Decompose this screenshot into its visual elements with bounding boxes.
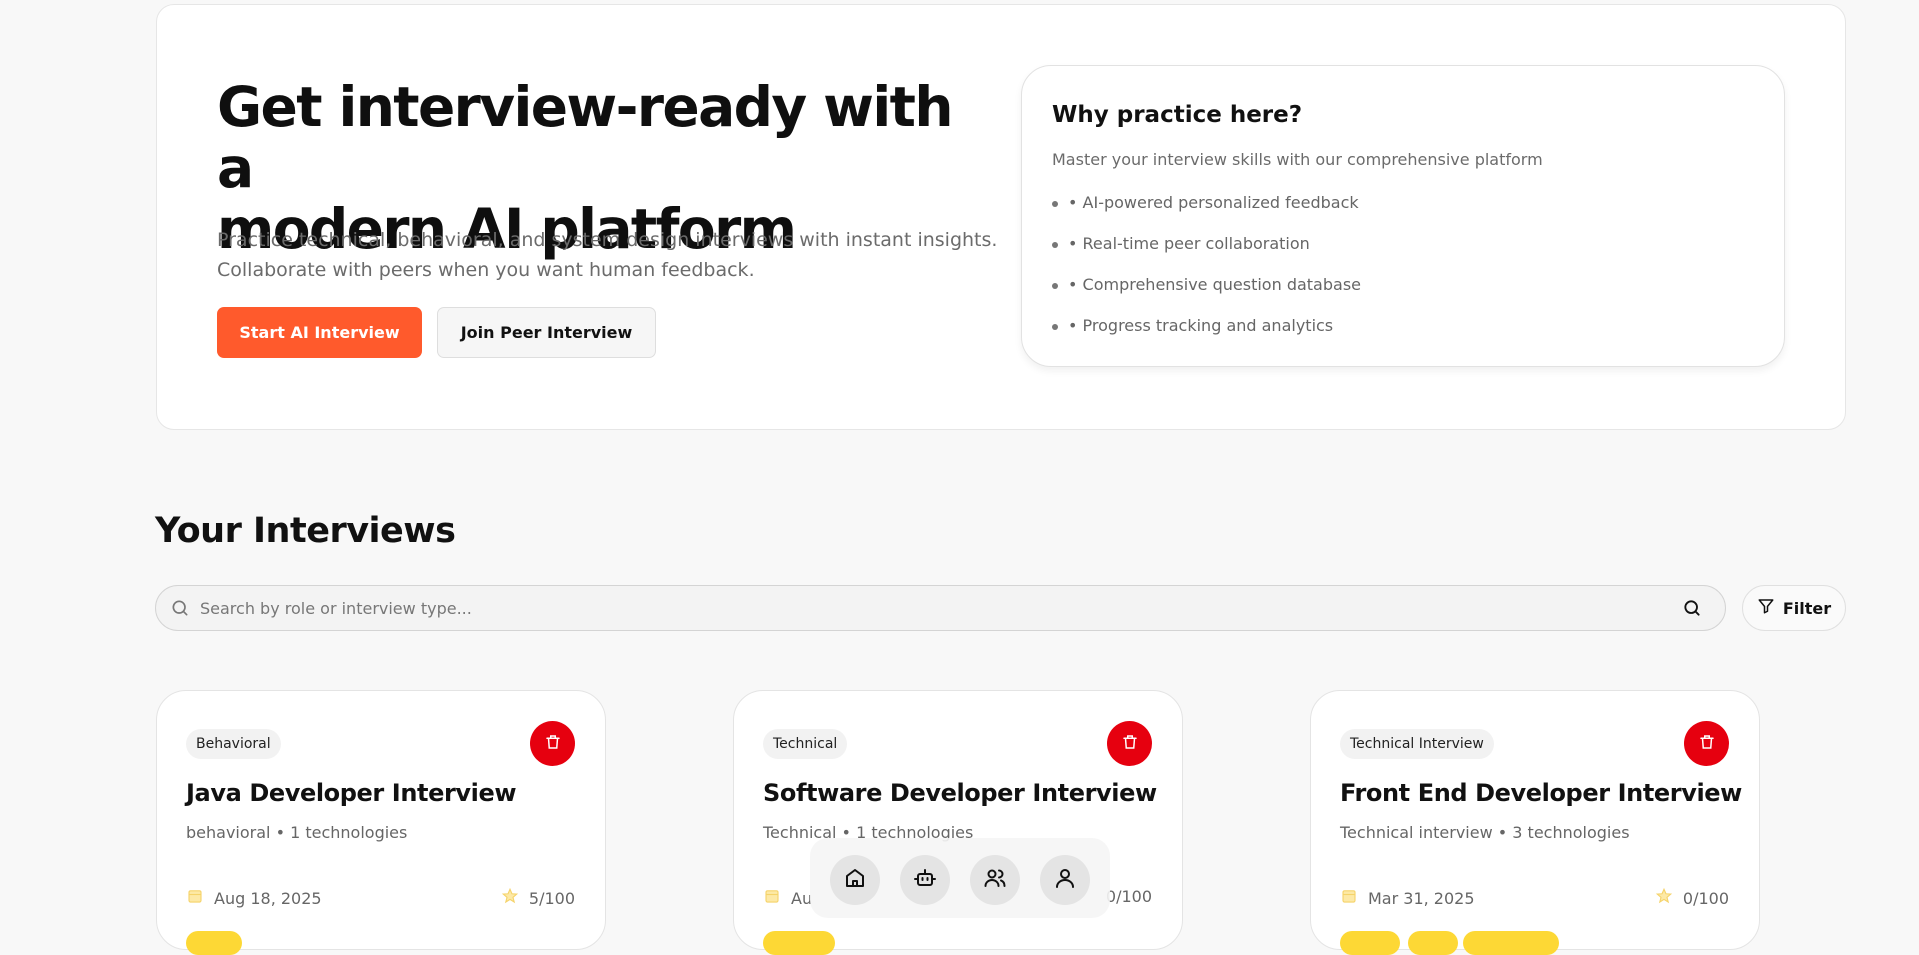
your-interviews-title: Your Interviews	[155, 511, 456, 551]
bullet-dot	[1052, 324, 1058, 330]
interview-title: Front End Developer Interview	[1340, 779, 1742, 807]
interview-score: 0/100	[1106, 887, 1152, 906]
tech-chip	[763, 931, 835, 955]
interview-score: 0/100	[1655, 887, 1729, 909]
interview-date: Au	[763, 887, 812, 909]
hero-subtitle-line: Practice technical, behavioral, and syst…	[217, 229, 998, 251]
list-item-text: • AI-powered personalized feedback	[1068, 193, 1359, 212]
calendar-icon	[1340, 887, 1358, 909]
calendar-icon	[763, 887, 781, 909]
trash-icon	[544, 733, 562, 754]
list-item: • Comprehensive question database	[1052, 275, 1361, 316]
hero-subtitle-line: Collaborate with peers when you want hum…	[217, 259, 755, 281]
interview-type-badge: Technical	[763, 729, 848, 759]
interview-card[interactable]: Technical Interview Front End Developer …	[1310, 690, 1760, 955]
list-item: • Progress tracking and analytics	[1052, 316, 1361, 357]
bot-icon	[913, 866, 937, 894]
search-bar	[155, 585, 1726, 631]
delete-interview-button[interactable]	[1107, 721, 1152, 766]
interview-title: Java Developer Interview	[186, 779, 517, 807]
home-icon	[843, 866, 867, 894]
dock-ai-button[interactable]	[900, 855, 950, 905]
interview-meta: Technical interview • 3 technologies	[1340, 823, 1630, 842]
filter-icon	[1757, 597, 1775, 619]
why-practice-card: Why practice here? Master your interview…	[1021, 65, 1785, 367]
interview-title: Software Developer Interview	[763, 779, 1157, 807]
delete-interview-button[interactable]	[1684, 721, 1729, 766]
list-item: • Real-time peer collaboration	[1052, 234, 1361, 275]
tech-chip	[1463, 931, 1559, 955]
bullet-dot	[1052, 283, 1058, 289]
interview-type-badge: Technical Interview	[1340, 729, 1494, 759]
interview-type-badge: Behavioral	[186, 729, 281, 759]
why-practice-subtitle: Master your interview skills with our co…	[1052, 150, 1543, 169]
search-input[interactable]	[200, 586, 1640, 630]
hero-subtitle: Practice technical, behavioral, and syst…	[217, 225, 1017, 285]
interview-score: 5/100	[501, 887, 575, 909]
trash-icon	[1698, 733, 1716, 754]
tech-chip	[186, 931, 242, 955]
filter-button[interactable]: Filter	[1742, 585, 1846, 631]
bullet-dot	[1052, 201, 1058, 207]
interview-date-text: Mar 31, 2025	[1368, 888, 1475, 908]
interview-date: Aug 18, 2025	[186, 887, 322, 909]
why-practice-list: • AI-powered personalized feedback • Rea…	[1052, 193, 1361, 357]
why-practice-title: Why practice here?	[1052, 102, 1303, 128]
hero-section: Get interview-ready with a modern AI pla…	[156, 4, 1846, 430]
interview-card[interactable]: Behavioral Java Developer Interview beha…	[156, 690, 606, 955]
tech-chip	[1340, 931, 1400, 955]
dock-profile-button[interactable]	[1040, 855, 1090, 905]
join-peer-interview-button[interactable]: Join Peer Interview	[437, 307, 656, 358]
bottom-dock	[810, 838, 1110, 918]
bullet-dot	[1052, 242, 1058, 248]
list-item: • AI-powered personalized feedback	[1052, 193, 1361, 234]
dock-peers-button[interactable]	[970, 855, 1020, 905]
start-ai-interview-button[interactable]: Start AI Interview	[217, 307, 422, 358]
star-icon	[1655, 887, 1673, 909]
calendar-icon	[186, 887, 204, 909]
tech-chip	[1408, 931, 1458, 955]
interview-date: Mar 31, 2025	[1340, 887, 1475, 909]
list-item-text: • Real-time peer collaboration	[1068, 234, 1310, 253]
user-icon	[1053, 866, 1077, 894]
delete-interview-button[interactable]	[530, 721, 575, 766]
dock-home-button[interactable]	[830, 855, 880, 905]
interview-score-text: 5/100	[528, 888, 575, 908]
hero-title-line: Get interview-ready with a	[217, 75, 953, 200]
list-item-text: • Progress tracking and analytics	[1068, 316, 1334, 335]
filter-label: Filter	[1782, 598, 1832, 618]
search-submit-icon[interactable]	[1682, 598, 1702, 622]
search-icon	[170, 598, 190, 622]
interview-date-text: Aug 18, 2025	[214, 888, 322, 908]
users-icon	[983, 866, 1007, 894]
interview-score-text: 0/100	[1682, 888, 1729, 908]
trash-icon	[1121, 733, 1139, 754]
interview-date-text: Au	[791, 888, 813, 908]
list-item-text: • Comprehensive question database	[1068, 275, 1361, 294]
star-icon	[501, 887, 519, 909]
interview-score-text: 0/100	[1105, 887, 1152, 906]
interview-meta: behavioral • 1 technologies	[186, 823, 408, 842]
